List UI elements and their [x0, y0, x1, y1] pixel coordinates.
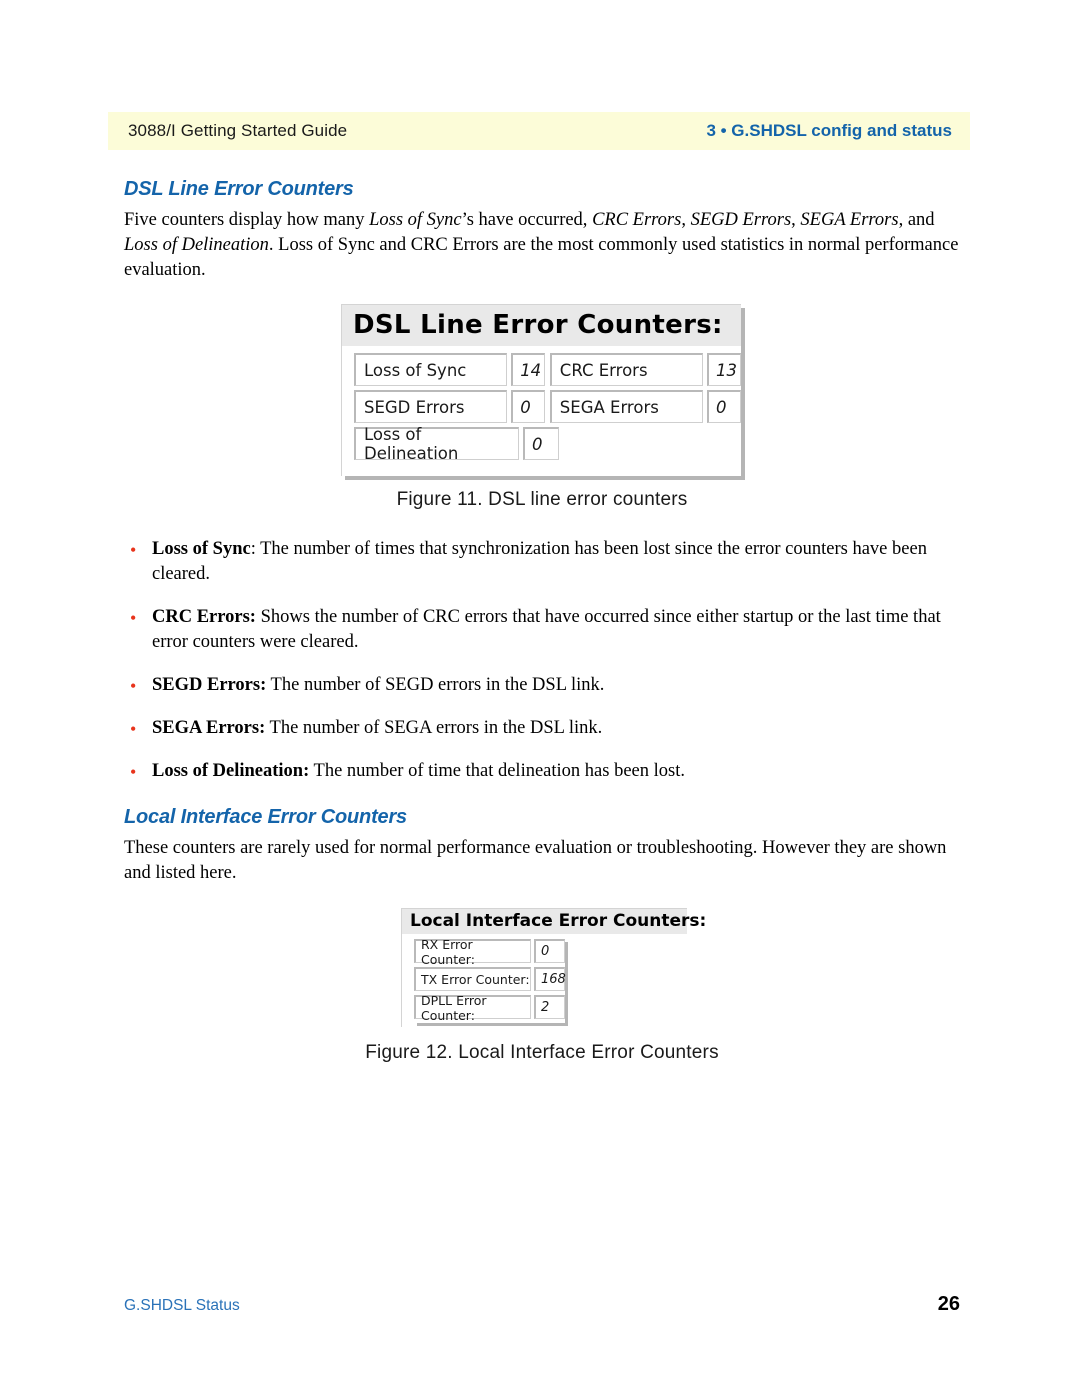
section-paragraph-dsl-line-error-counters: Five counters display how many Loss of S… [124, 210, 959, 280]
list-item: • Loss of Sync: The number of times that… [124, 537, 960, 587]
counter-label-loss-of-sync: Loss of Sync [354, 353, 508, 386]
header-document-title: 3088/I Getting Started Guide [128, 121, 348, 140]
figure-11: DSL Line Error Counters: Loss of Sync 14… [124, 304, 960, 479]
counter-value-dpll-error-counter[interactable]: 2 [534, 995, 565, 1019]
counter-value-segd-errors[interactable]: 0 [511, 390, 546, 423]
list-item: • Loss of Delineation: The number of tim… [124, 759, 960, 784]
local-interface-error-counters-body: RX Error Counter: 0 TX Error Counter: 16… [402, 934, 687, 1023]
counter-row: Loss of Delineation 0 [354, 425, 741, 463]
page-running-header: 3088/I Getting Started Guide 3 • G.SHDSL… [108, 112, 970, 150]
list-item-text: The number of SEGD errors in the DSL lin… [266, 675, 605, 695]
counter-value-rx-error-counter[interactable]: 0 [534, 939, 565, 963]
bullet-icon: • [130, 608, 137, 628]
list-item-term: SEGD Errors: [152, 675, 267, 695]
header-chapter-title: 3 • G.SHDSL config and status [706, 121, 952, 140]
counter-value-loss-of-delineation[interactable]: 0 [523, 427, 559, 460]
section-local-interface-error-counters: Local Interface Error Counters These cou… [124, 806, 960, 886]
figure-11-caption: Figure 11. DSL line error counters [396, 489, 688, 510]
local-interface-error-counters-window-title: Local Interface Error Counters: [402, 909, 706, 934]
figure-12-caption: Figure 12. Local Interface Error Counter… [365, 1042, 719, 1063]
section-paragraph-local-interface-error-counters: These counters are rarely used for norma… [124, 838, 947, 883]
counter-value-crc-errors[interactable]: 13 [706, 353, 741, 386]
counter-label-loss-of-delineation: Loss of Delineation [354, 425, 519, 463]
section-heading-dsl-line-error-counters: DSL Line Error Counters [124, 178, 354, 200]
counter-label-rx-error-counter: RX Error Counter: [414, 937, 531, 967]
bullet-icon: • [130, 762, 137, 782]
section-heading-local-interface-error-counters: Local Interface Error Counters [124, 806, 407, 828]
list-item: • CRC Errors: Shows the number of CRC er… [124, 605, 960, 655]
page-content: DSL Line Error Counters Five counters di… [124, 178, 960, 1064]
list-item-term: SEGA Errors: [152, 718, 266, 738]
list-item-term: CRC Errors: [152, 607, 256, 627]
list-item-term: Loss of Delineation: [152, 761, 310, 781]
dsl-counter-definition-list: • Loss of Sync: The number of times that… [124, 537, 960, 784]
figure-12: Local Interface Error Counters: RX Error… [124, 908, 960, 1032]
bullet-icon: • [130, 676, 137, 696]
counter-row: Loss of Sync 14 CRC Errors 13 [354, 353, 741, 386]
list-item-term: Loss of Sync [152, 539, 251, 559]
list-item-text: Shows the number of CRC errors that have… [152, 607, 941, 652]
list-item-text: The number of times that synchronization… [152, 539, 927, 584]
table-row: TX Error Counter: 168 [414, 967, 566, 991]
bullet-icon: • [130, 719, 137, 739]
bullet-icon: • [130, 540, 137, 560]
counter-label-tx-error-counter: TX Error Counter: [414, 967, 531, 991]
counter-row: SEGD Errors 0 SEGA Errors 0 [354, 390, 741, 423]
page-footer: G.SHDSL Status 26 [124, 1293, 960, 1316]
dsl-line-error-counters-grid: Loss of Sync 14 CRC Errors 13 SEGD Error… [342, 346, 741, 463]
list-item-text: The number of SEGA errors in the DSL lin… [265, 718, 603, 738]
list-item: • SEGA Errors: The number of SEGA errors… [124, 716, 960, 741]
footer-section-label: G.SHDSL Status [124, 1297, 240, 1314]
table-row: RX Error Counter: 0 [414, 937, 565, 967]
counter-label-segd-errors: SEGD Errors [354, 390, 508, 423]
counter-label-sega-errors: SEGA Errors [549, 390, 703, 423]
counter-value-loss-of-sync[interactable]: 14 [511, 353, 546, 386]
dsl-line-error-counters-window-title: DSL Line Error Counters: [342, 305, 741, 346]
dsl-line-error-counters-window: DSL Line Error Counters: Loss of Sync 14… [341, 304, 741, 476]
local-interface-error-counters-table: RX Error Counter: 0 TX Error Counter: 16… [414, 937, 566, 1023]
counter-value-tx-error-counter[interactable]: 168 [534, 967, 566, 991]
counter-label-crc-errors: CRC Errors [549, 353, 703, 386]
local-interface-error-counters-window: Local Interface Error Counters: RX Error… [401, 908, 706, 1027]
table-row: DPLL Error Counter: 2 [414, 993, 565, 1023]
list-item: • SEGD Errors: The number of SEGD errors… [124, 673, 960, 698]
counter-label-dpll-error-counter: DPLL Error Counter: [414, 993, 531, 1023]
counter-value-sega-errors[interactable]: 0 [706, 390, 741, 423]
list-item-text: The number of time that delineation has … [309, 761, 685, 781]
footer-page-number: 26 [937, 1293, 960, 1315]
